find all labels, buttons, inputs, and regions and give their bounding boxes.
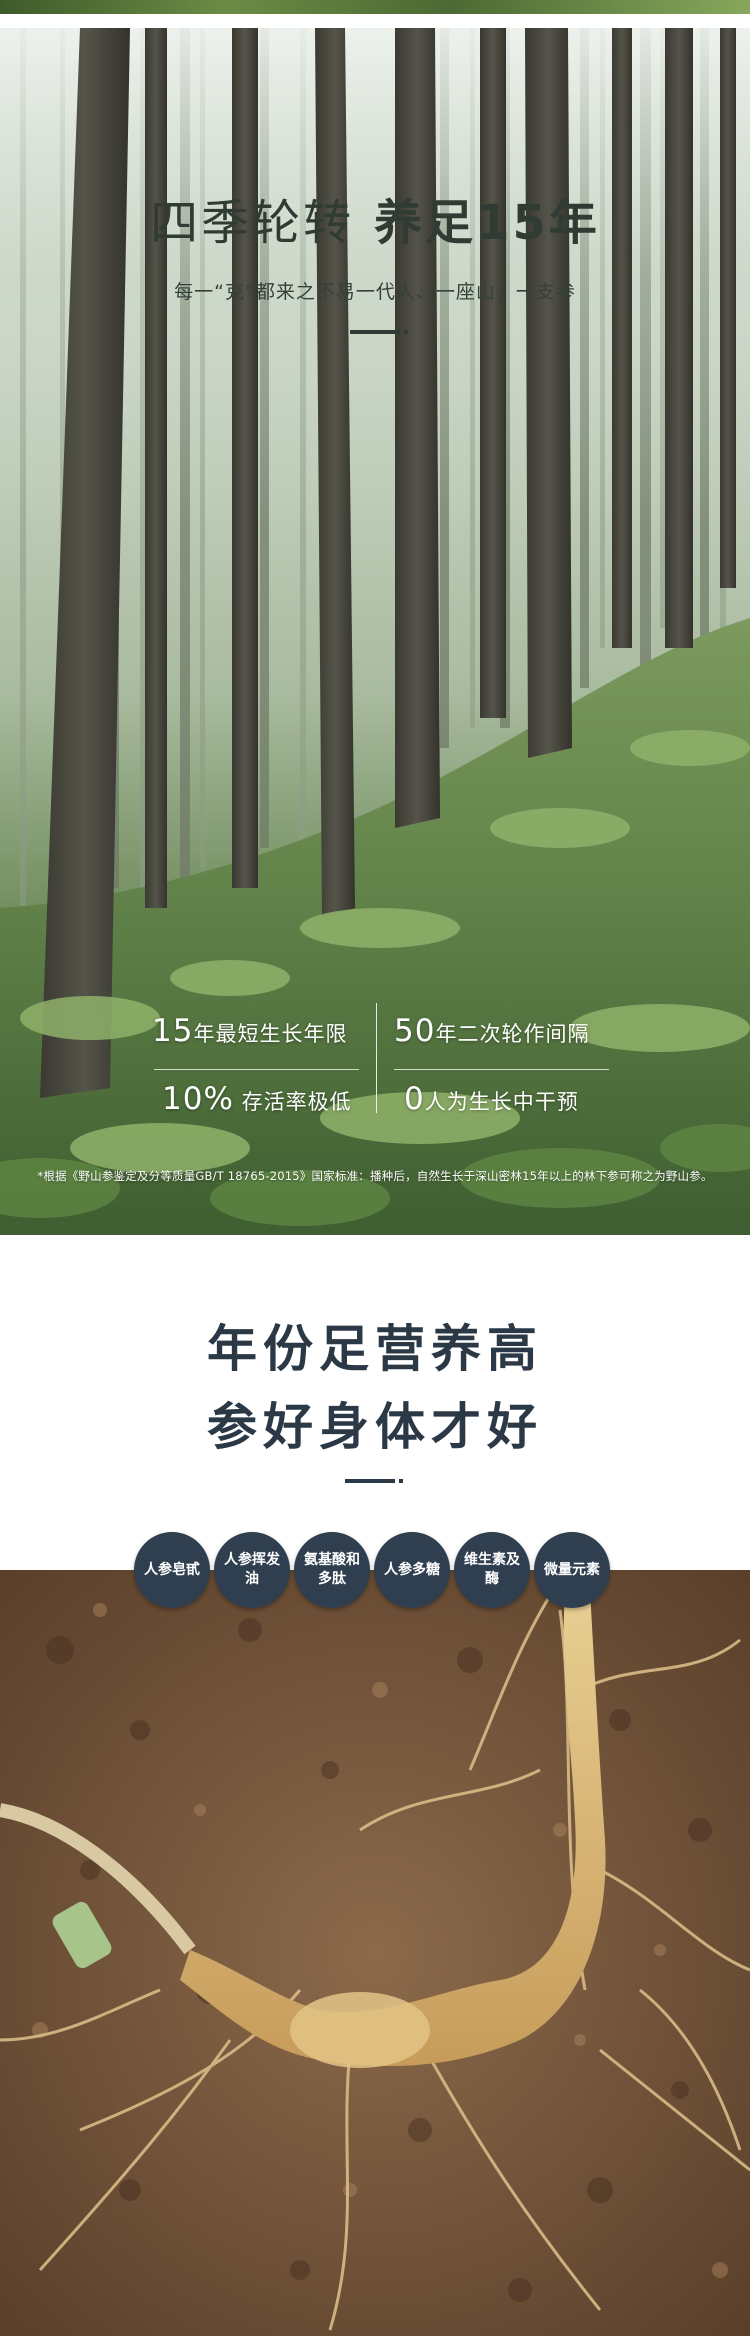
badge-trace-elements: 微量元素 (534, 1532, 610, 1608)
ginseng-illustration (0, 1570, 750, 2336)
badge-label: 维生素及酶 (464, 1552, 520, 1587)
stat-human-intervention: 0人为生长中干预 (404, 1081, 579, 1117)
badge-label: 人参挥发油 (224, 1552, 280, 1587)
stat-number: 15 (152, 1013, 194, 1049)
stat-text: 年二次轮作间隔 (435, 1022, 590, 1046)
ginseng-root-photo (0, 1570, 750, 2336)
forest-section: 四季轮转 养足15年 每一“克”都来之不易一代人、一座山、一支参 15年最短生长年… (0, 28, 750, 1235)
nutrition-title-line2: 参好身体才好 (207, 1398, 543, 1456)
stats-horizontal-divider-right (394, 1069, 609, 1070)
forest-title-part1: 四季轮转 (150, 195, 355, 251)
stat-text: 人为生长中干预 (424, 1090, 579, 1114)
badge-vitamins-enzymes: 维生素及酶 (454, 1532, 530, 1608)
stat-number: 50 (394, 1013, 436, 1049)
badge-label: 人参皂甙 (144, 1561, 200, 1578)
stats-horizontal-divider-left (154, 1069, 359, 1070)
badge-label: 人参多糖 (384, 1561, 440, 1578)
stats-grid: 15年最短生长年限 50年二次轮作间隔 10% 存活率极低 0人为生长中干预 (140, 993, 620, 1123)
stats-vertical-divider (376, 1003, 377, 1113)
badge-amino-acids-peptides: 氨基酸和多肽 (294, 1532, 370, 1608)
nutrition-divider (345, 1479, 403, 1483)
stat-number: 0 (404, 1081, 425, 1117)
nutrition-title: 年份足营养高 参好身体才好 (0, 1310, 750, 1466)
nutrition-title-line1: 年份足营养高 (207, 1320, 543, 1378)
standard-footnote: *根据《野山参鉴定及分等质量GB/T 18765-2015》国家标准：播种后，自… (37, 1169, 713, 1183)
nutrient-badges: 人参皂甙 人参挥发油 氨基酸和多肽 人参多糖 维生素及酶 微量元素 (0, 1532, 750, 1614)
stat-text: 存活率极低 (233, 1090, 352, 1114)
stat-text: 年最短生长年限 (193, 1022, 348, 1046)
forest-title-part2: 养足15年 (374, 195, 600, 251)
stat-min-growth-years: 15年最短生长年限 (152, 1013, 347, 1049)
forest-heading-block: 四季轮转 养足15年 每一“克”都来之不易一代人、一座山、一支参 (0, 183, 750, 334)
badge-volatile-oil: 人参挥发油 (214, 1532, 290, 1608)
forest-divider (350, 330, 408, 334)
stat-rotation-interval: 50年二次轮作间隔 (394, 1013, 589, 1049)
top-foliage-strip (0, 0, 750, 14)
stat-survival-rate: 10% 存活率极低 (162, 1081, 352, 1117)
stat-number: 10% (162, 1081, 234, 1117)
forest-title: 四季轮转 养足15年 (0, 183, 750, 253)
badge-label: 氨基酸和多肽 (304, 1552, 360, 1587)
forest-subtitle: 每一“克”都来之不易一代人、一座山、一支参 (174, 281, 576, 303)
badge-ginsenoside: 人参皂甙 (134, 1532, 210, 1608)
badge-polysaccharide: 人参多糖 (374, 1532, 450, 1608)
badge-label: 微量元素 (544, 1561, 600, 1578)
